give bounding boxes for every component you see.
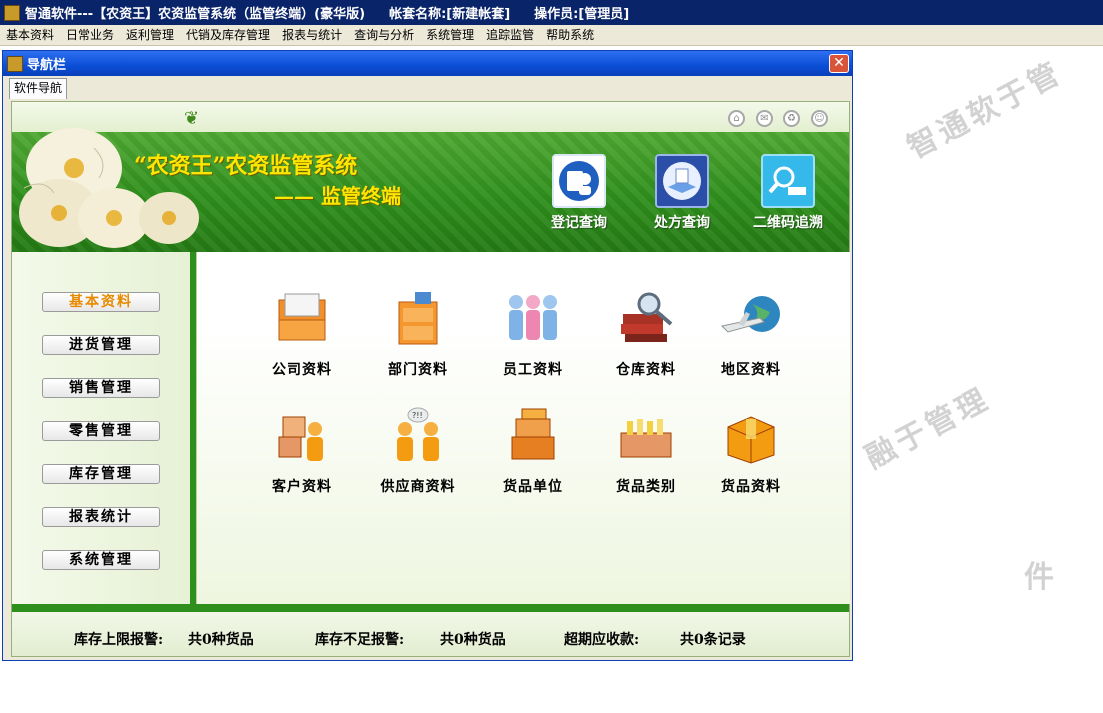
- status-bar: 库存上限报警: 共0种货品 库存不足报警: 共0种货品 超期应收款: 共0条记录: [12, 612, 849, 656]
- sidebar-item-reports[interactable]: 报表统计: [42, 507, 160, 527]
- svg-text:?!!: ?!!: [412, 411, 423, 420]
- module-staff[interactable]: 员工资料: [483, 290, 583, 379]
- qrcode-trace-icon: [761, 154, 815, 208]
- module-unit[interactable]: 货品单位: [483, 407, 583, 496]
- prescription-query-button[interactable]: 处方查询: [627, 154, 737, 232]
- menu-query-analysis[interactable]: 查询与分析: [348, 25, 420, 45]
- books-magnifier-icon: [621, 292, 673, 342]
- home-icon[interactable]: ⌂: [728, 110, 745, 127]
- recycle-icon[interactable]: ♻: [783, 110, 800, 127]
- upper-limit-alert-value[interactable]: 共0种货品: [188, 629, 254, 649]
- staff-people-icon: [509, 295, 557, 340]
- module-customer[interactable]: 客户资料: [252, 407, 352, 496]
- qrcode-trace-button[interactable]: 二维码追溯: [733, 154, 843, 232]
- tab-software-navigation[interactable]: 软件导航: [9, 78, 68, 99]
- prescription-query-label: 处方查询: [654, 215, 710, 231]
- file-drawer-icon: [278, 293, 326, 341]
- watermark-text: 融于管理: [859, 381, 997, 476]
- stacked-boxes-icon: [511, 408, 555, 460]
- app-icon: [4, 4, 20, 21]
- app-title-bar: 智通软件---【农资王】农资监管系统（监管终端）(豪华版) 帐套名称:[新建帐套…: [0, 0, 1103, 25]
- prescription-query-icon: [655, 154, 709, 208]
- shortage-alert-value[interactable]: 共0种货品: [440, 629, 506, 649]
- module-department[interactable]: 部门资料: [368, 290, 468, 379]
- registry-query-label: 登记查询: [551, 215, 607, 231]
- module-region[interactable]: 地区资料: [701, 290, 801, 379]
- menu-rebate[interactable]: 返利管理: [120, 25, 180, 45]
- module-warehouse[interactable]: 仓库资料: [596, 290, 696, 379]
- shortage-alert-label: 库存不足报警:: [315, 632, 405, 648]
- module-label: 货品资料: [721, 479, 781, 495]
- supplier-people-icon: ?!!: [397, 407, 439, 461]
- operator-name: 操作员:[管理员]: [534, 7, 630, 22]
- overdue-receivable-value[interactable]: 共0条记录: [680, 629, 746, 649]
- menu-help[interactable]: 帮助系统: [540, 25, 600, 45]
- menu-reports[interactable]: 报表与统计: [276, 25, 348, 45]
- registry-query-icon: [552, 154, 606, 208]
- window-title: 导航栏: [27, 58, 67, 73]
- qrcode-trace-label: 二维码追溯: [753, 215, 823, 231]
- account-name: 帐套名称:[新建帐套]: [389, 7, 511, 22]
- close-icon: ✕: [833, 55, 845, 71]
- app-title: 智通软件---【农资王】农资监管系统（监管终端）(豪华版): [25, 7, 366, 22]
- package-icon: [727, 416, 775, 464]
- banner-subtitle: —— 监管终端: [274, 184, 401, 208]
- module-label: 公司资料: [272, 362, 332, 378]
- menu-daily-business[interactable]: 日常业务: [60, 25, 120, 45]
- module-supplier[interactable]: ?!! 供应商资料: [368, 407, 468, 496]
- module-label: 仓库资料: [616, 362, 676, 378]
- navigation-window-title-bar[interactable]: 导航栏 ✕: [3, 51, 852, 76]
- module-label: 员工资料: [503, 362, 563, 378]
- module-label: 地区资料: [721, 362, 781, 378]
- module-label: 客户资料: [272, 479, 332, 495]
- bottle-crate-icon: [620, 419, 672, 458]
- navigation-panel: ❦ ⌂ ✉ ♻ ☺ “农资王”农资监管系统 —— 监管终端 登记查询 处方查询 …: [11, 101, 850, 657]
- sidebar-item-sales[interactable]: 销售管理: [42, 378, 160, 398]
- airplane-globe-icon: [720, 296, 780, 333]
- registry-query-button[interactable]: 登记查询: [524, 154, 634, 232]
- menu-bar: 基本资料 日常业务 返利管理 代销及库存管理 报表与统计 查询与分析 系统管理 …: [0, 25, 1103, 46]
- overdue-receivable-label: 超期应收款:: [564, 632, 640, 648]
- module-company[interactable]: 公司资料: [252, 290, 352, 379]
- navigation-window: 导航栏 ✕ 软件导航 ❦ ⌂ ✉ ♻ ☺ “农资王”农资监管系统 —— 监管终端: [2, 50, 853, 661]
- module-label: 货品单位: [503, 479, 563, 495]
- file-cabinet-icon: [398, 292, 438, 345]
- sidebar-item-retail[interactable]: 零售管理: [42, 421, 160, 441]
- menu-consignment-inventory[interactable]: 代销及库存管理: [180, 25, 276, 45]
- window-icon: [7, 55, 23, 72]
- left-menu: 基本资料 进货管理 销售管理 零售管理 库存管理 报表统计 系统管理: [12, 252, 190, 604]
- sidebar-item-inventory[interactable]: 库存管理: [42, 464, 160, 484]
- menu-system[interactable]: 系统管理: [420, 25, 480, 45]
- menu-basic-data[interactable]: 基本资料: [0, 25, 60, 45]
- module-area: 公司资料 部门资料 员工资料 仓库资料 地区资料 客户资料 ?!! 供应商资料 …: [196, 252, 850, 604]
- watermark-text: 智通软于管: [901, 55, 1069, 166]
- module-label: 部门资料: [388, 362, 448, 378]
- close-button[interactable]: ✕: [829, 54, 849, 73]
- upper-limit-alert-label: 库存上限报警:: [74, 632, 164, 648]
- mail-icon[interactable]: ✉: [756, 110, 773, 127]
- module-label: 货品类别: [616, 479, 676, 495]
- menu-tracking[interactable]: 追踪监管: [480, 25, 540, 45]
- module-goods[interactable]: 货品资料: [701, 407, 801, 496]
- module-category[interactable]: 货品类别: [596, 407, 696, 496]
- smile-icon[interactable]: ☺: [811, 110, 828, 127]
- sidebar-item-purchase[interactable]: 进货管理: [42, 335, 160, 355]
- tab-strip: 软件导航: [3, 76, 852, 99]
- customer-boxes-icon: [278, 416, 323, 461]
- module-label: 供应商资料: [380, 479, 456, 495]
- watermark-text: 件: [1024, 560, 1058, 595]
- bottom-green-bar: [12, 604, 849, 612]
- flower-decoration: [19, 128, 199, 248]
- sidebar-item-system[interactable]: 系统管理: [42, 550, 160, 570]
- sidebar-item-basic-data[interactable]: 基本资料: [42, 292, 160, 312]
